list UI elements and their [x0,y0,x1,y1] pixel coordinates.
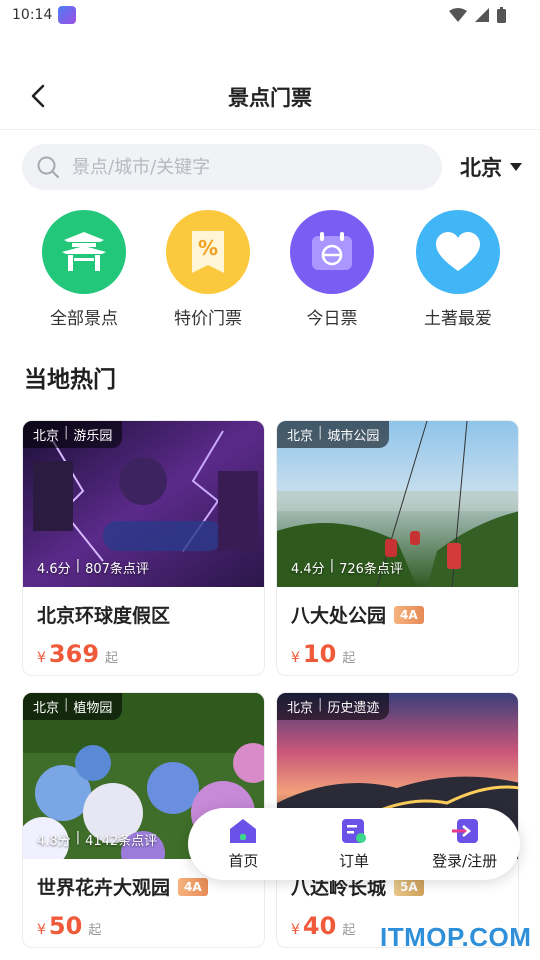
rating-score: 4.8分 [37,834,71,849]
tag-city: 北京 [287,701,314,716]
wifi-icon [449,8,467,22]
tag-city: 北京 [33,429,60,444]
page-title: 景点门票 [228,86,312,110]
rating-score: 4.6分 [37,562,71,577]
search-input[interactable] [72,156,392,178]
svg-text:%: % [198,236,218,260]
price-row: ¥ 10 起 [291,640,504,668]
caret-down-icon [510,163,522,171]
tag-type: 游乐园 [73,429,113,444]
nav-home[interactable]: 首页 [193,818,293,871]
price-value: 369 [48,640,100,668]
attraction-name: 世界花卉大观园 [37,877,171,899]
price-value: 10 [302,640,337,668]
attraction-card[interactable]: 北京 | 游乐园 4.6分 | 807条点评 北京环球度假区 ¥ 369 起 [22,420,265,676]
pavilion-icon [42,210,126,294]
status-indicators [449,7,506,23]
status-time: 10:14 [12,7,53,23]
discount-ticket-icon: % [166,210,250,294]
rating-score: 4.4分 [291,562,325,577]
category-tag: 北京 | 植物园 [23,693,123,720]
city-selector[interactable]: 北京 [460,152,522,182]
header: 景点门票 [0,62,540,130]
tag-type: 历史遗迹 [327,701,380,716]
rating-info: 4.4分 | 726条点评 [291,558,403,577]
price-currency: ¥ [37,650,46,666]
category-label: 今日票 [306,309,358,329]
category-label: 全部景点 [50,309,118,329]
price-currency: ¥ [37,922,46,938]
section-title: 当地热门 [24,367,116,393]
category-all-attractions[interactable]: 全部景点 [24,210,144,329]
attraction-image: 北京 | 游乐园 4.6分 | 807条点评 [23,421,264,587]
price-row: ¥ 50 起 [37,912,250,940]
category-local-favorites[interactable]: 土著最爱 [398,210,518,329]
battery-icon [497,7,506,23]
category-tag: 北京 | 城市公园 [277,421,390,448]
attraction-image: 北京 | 城市公园 4.4分 | 726条点评 [277,421,518,587]
city-label: 北京 [460,156,502,180]
rating-info: 4.8分 | 4142条点评 [37,830,158,849]
status-bar: 10:14 [0,0,540,34]
search-icon [37,156,60,179]
tag-city: 北京 [33,701,60,716]
tag-type: 植物园 [73,701,113,716]
review-count: 4142条点评 [85,834,158,849]
review-count: 807条点评 [85,562,149,577]
level-badge: 4A [178,877,208,896]
tag-city: 北京 [287,429,314,444]
review-count: 726条点评 [339,562,403,577]
price-row: ¥ 369 起 [37,640,250,668]
signal-icon [475,8,489,22]
price-suffix: 起 [342,651,356,666]
category-label: 特价门票 [174,309,242,329]
home-icon [230,818,257,843]
nav-label: 登录/注册 [432,851,498,870]
nav-label: 订单 [338,851,369,870]
category-special-tickets[interactable]: % 特价门票 [148,210,268,329]
tag-type: 城市公园 [327,429,380,444]
app-notification-icon [58,6,76,24]
card-body: 八大处公园 4A ¥ 10 起 [277,587,518,668]
price-value: 40 [302,912,337,940]
nav-orders[interactable]: 订单 [304,818,404,871]
level-badge: 4A [394,605,424,624]
price-suffix: 起 [342,923,356,938]
order-icon [341,818,366,843]
heart-icon [416,210,500,294]
attraction-name: 北京环球度假区 [37,605,171,627]
category-today-tickets[interactable]: 今日票 [272,210,392,329]
category-row: 全部景点 % 特价门票 今日票 土著最爱 [0,210,540,330]
price-value: 50 [48,912,83,940]
nav-login[interactable]: 登录/注册 [415,818,515,871]
category-label: 土著最爱 [424,309,492,329]
category-tag: 北京 | 游乐园 [23,421,123,448]
bottom-nav: 首页 订单 登录/注册 [188,808,520,880]
login-icon [451,818,478,843]
price-currency: ¥ [291,922,300,938]
price-currency: ¥ [291,650,300,666]
attraction-card[interactable]: 北京 | 城市公园 4.4分 | 726条点评 八大处公园 4A ¥ 10 起 [276,420,519,676]
price-suffix: 起 [105,651,119,666]
attraction-name: 八大处公园 [291,605,387,627]
nav-label: 首页 [228,851,259,870]
calendar-icon [290,210,374,294]
price-suffix: 起 [88,923,102,938]
category-tag: 北京 | 历史遗迹 [277,693,390,720]
watermark: ITMOP.COM [380,922,532,952]
search-box[interactable] [22,144,442,190]
card-body: 北京环球度假区 ¥ 369 起 [23,587,264,668]
rating-info: 4.6分 | 807条点评 [37,558,149,577]
level-badge: 5A [394,877,424,896]
